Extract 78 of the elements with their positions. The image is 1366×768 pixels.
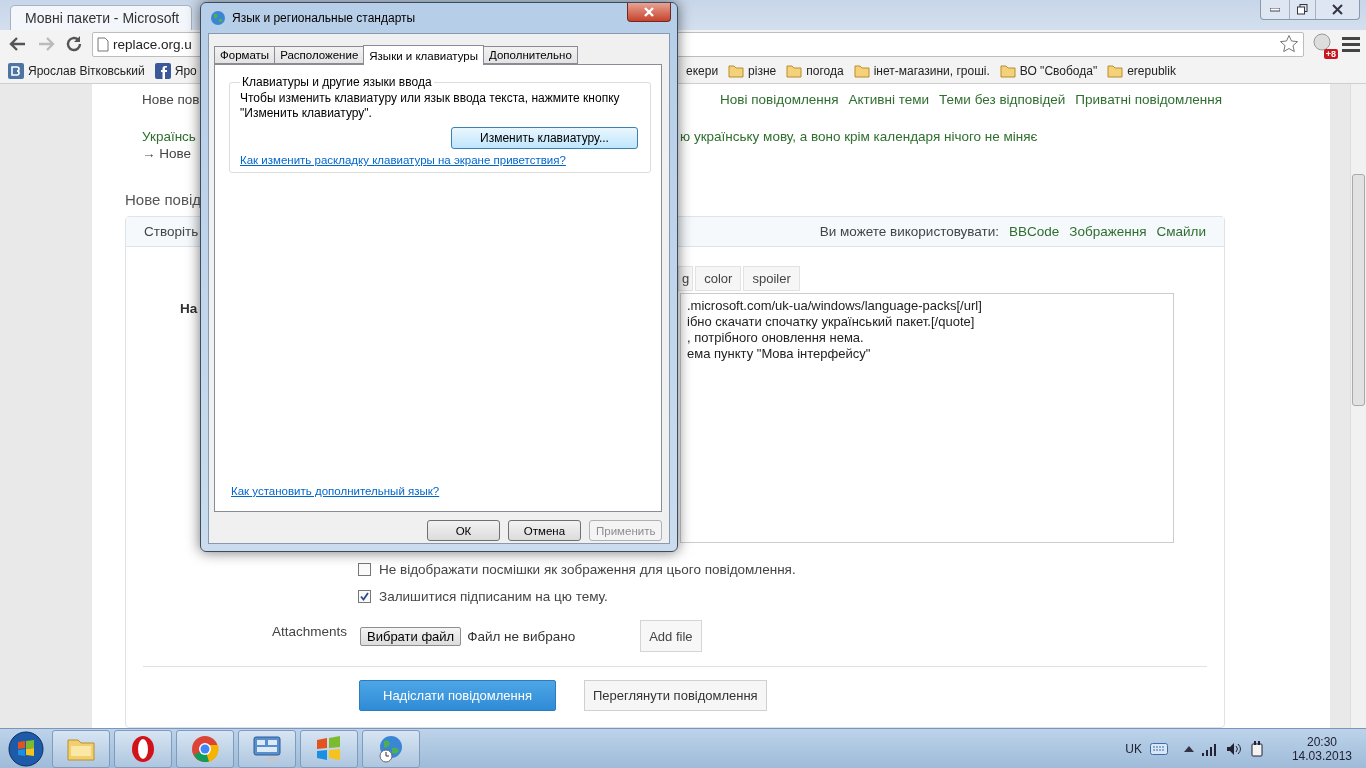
reload-icon[interactable]: [64, 34, 84, 54]
clock[interactable]: 20:30 14.03.2013: [1291, 734, 1352, 763]
option-label: Залишитися підписаним на цю тему.: [379, 589, 608, 604]
close-icon: [1332, 4, 1343, 15]
bookmark[interactable]: різне: [728, 63, 777, 78]
restore-icon: [1297, 4, 1308, 15]
page-icon: [97, 36, 109, 52]
close-icon: [643, 7, 655, 17]
facebook-icon: [154, 62, 171, 79]
toolbar-button[interactable]: g: [678, 266, 694, 291]
minimize-icon: [1270, 7, 1280, 12]
bookmark[interactable]: екери: [686, 63, 719, 78]
volume-icon[interactable]: [1225, 741, 1242, 756]
folder-icon: [728, 63, 745, 78]
field-label: На: [180, 301, 198, 316]
form-header: Створіть: [144, 224, 199, 239]
nav-link[interactable]: Приватні повідомлення: [1075, 92, 1222, 107]
bookmark[interactable]: ВО "Свобода": [999, 63, 1098, 78]
bookmark[interactable]: erepublik: [1107, 63, 1176, 78]
dialog-tab[interactable]: Расположение: [274, 46, 365, 64]
header-link[interactable]: Зображення: [1069, 224, 1147, 239]
attachments-label: Attachments: [270, 623, 347, 639]
dialog-button[interactable]: Отмена: [508, 520, 581, 541]
dialog-button[interactable]: ОК: [427, 520, 500, 541]
control-panel-icon[interactable]: [252, 734, 282, 763]
browser-tab[interactable]: Мовні пакети - Microsoft: [10, 5, 192, 30]
add-file-button[interactable]: Add file: [640, 620, 702, 652]
option-label: Не відображати посмішки як зображення для цього повідомлення.: [379, 562, 796, 577]
message-field[interactable]: .microsoft.com/uk-ua/windows/language-packs[/url] ібно скачати спочатку український пакет.[/quote] , потрібного оновлення нема. ема пункту "Мова інтерфейсу": [680, 293, 1174, 543]
breadcrumb[interactable]: → Нове: [142, 146, 192, 161]
menu-icon[interactable]: [1342, 36, 1360, 52]
toolbar-button[interactable]: spoiler: [743, 266, 800, 291]
folder-icon: [999, 63, 1016, 78]
group-description: Чтобы изменить клавиатуру или язык ввода текста, нажмите кнопку "Изменить клавиатуру".: [240, 91, 621, 121]
help-link[interactable]: Как изменить раскладку клавиатуры на экране приветствия?: [240, 154, 640, 166]
folder-icon: [853, 63, 870, 78]
nav-link[interactable]: Нові повідомлення: [720, 92, 839, 107]
checkbox[interactable]: [358, 563, 371, 576]
bookmark[interactable]: Яро: [154, 62, 197, 79]
dialog-tab[interactable]: Языки и клавиатуры: [363, 45, 485, 65]
dialog-title: Язык и региональные стандарты: [232, 11, 416, 25]
folder-icon: [1107, 63, 1124, 78]
scrollbar[interactable]: [1350, 84, 1366, 728]
preview-button[interactable]: Переглянути повідомлення: [584, 680, 767, 711]
header-link[interactable]: BBCode: [1009, 224, 1060, 239]
chrome-icon[interactable]: [191, 734, 219, 763]
close-button[interactable]: [627, 3, 671, 22]
star-icon[interactable]: [1279, 34, 1299, 54]
folder-icon: [786, 63, 803, 78]
checkbox[interactable]: [358, 590, 371, 603]
globe-icon: [210, 10, 226, 26]
topic-link[interactable]: ю українську мову, а воно крім календаря нічого не міняє: [680, 129, 1038, 144]
language-indicator[interactable]: UK: [1125, 741, 1142, 756]
header-note: Ви можете використовувати:: [819, 224, 1000, 239]
bookmark[interactable]: інет-магазини, гроші.: [853, 63, 990, 78]
opera-icon[interactable]: [130, 734, 156, 763]
file-status: Файл не вибрано: [467, 628, 577, 644]
help-link[interactable]: Как установить дополнительный язык?: [231, 485, 651, 497]
bookmark[interactable]: погода: [786, 63, 844, 78]
choose-file-button[interactable]: Вибрати файл: [360, 626, 462, 646]
signal-icon[interactable]: [1201, 741, 1218, 756]
vk-icon: [8, 62, 24, 79]
tab-title: Мовні пакети - Microsoft: [25, 10, 180, 26]
keyboard-icon[interactable]: [1149, 742, 1168, 755]
dialog-tab[interactable]: Форматы: [214, 46, 276, 64]
power-icon[interactable]: [1249, 740, 1264, 757]
bookmark[interactable]: Ярослав Вітковський: [8, 62, 145, 79]
header-link[interactable]: Смайли: [1156, 224, 1206, 239]
nav-link[interactable]: Теми без відповідей: [939, 92, 1066, 107]
section-title: Нове повід: [125, 191, 202, 208]
change-keyboard-button[interactable]: Изменить клавиатуру...: [451, 127, 638, 149]
dialog-tab[interactable]: Дополнительно: [483, 46, 578, 64]
nav-link[interactable]: Активні теми: [848, 92, 930, 107]
page-link[interactable]: Нове пов: [142, 92, 200, 107]
toolbar-button[interactable]: color: [695, 266, 742, 291]
group-title: Клавиатуры и другие языки ввода: [241, 75, 433, 89]
show-hidden-icons[interactable]: [1183, 744, 1194, 753]
notification-badge: +8: [1323, 49, 1338, 59]
